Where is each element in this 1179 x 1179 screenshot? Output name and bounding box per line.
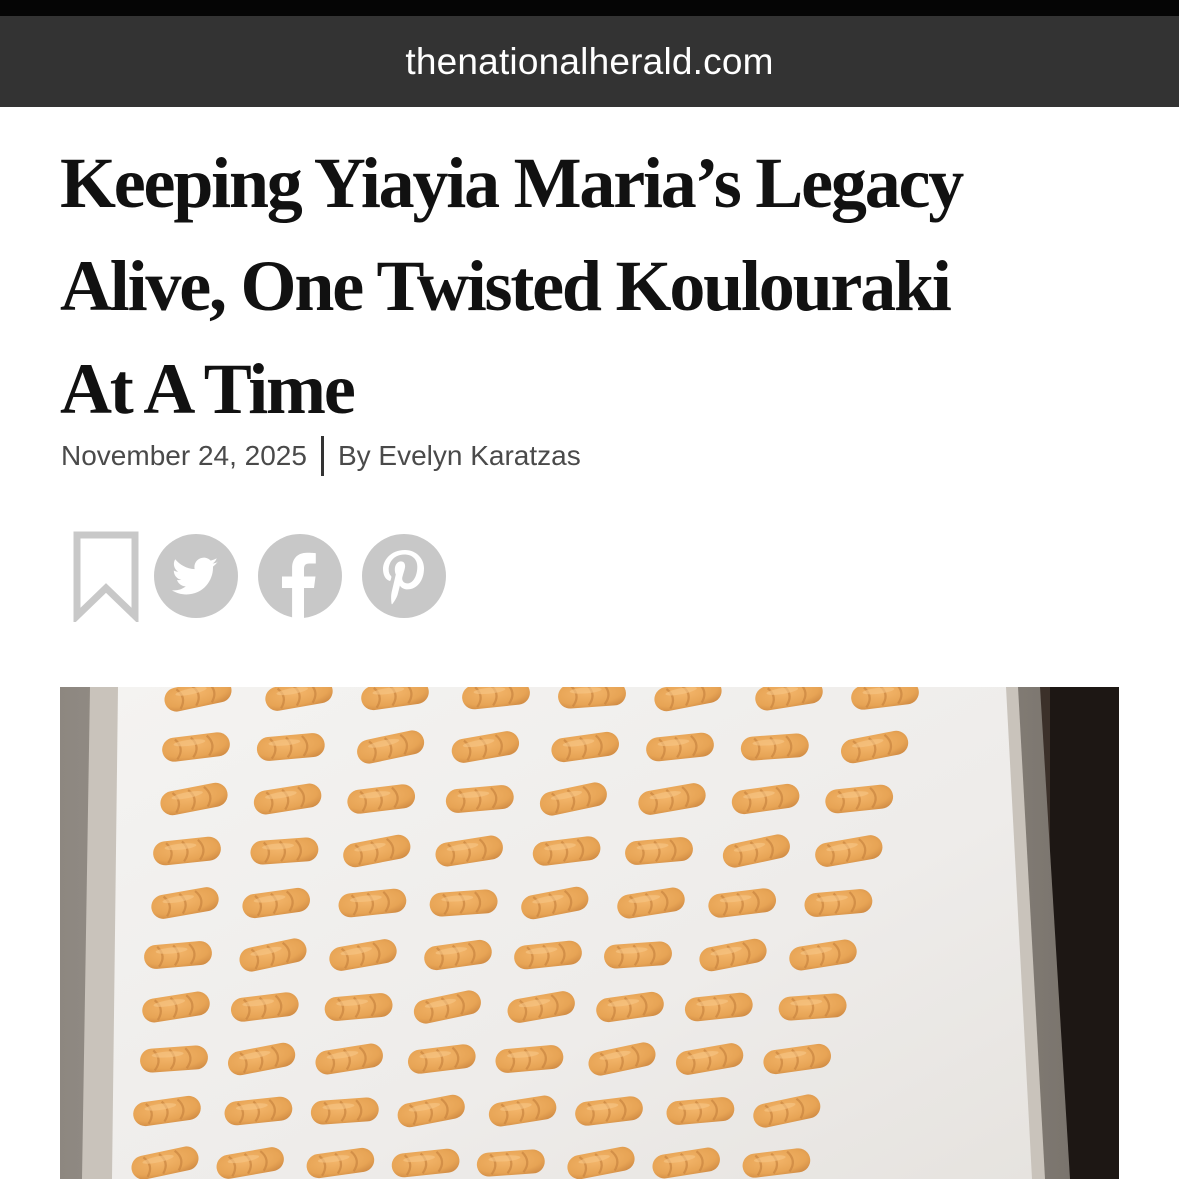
cookie (778, 993, 847, 1021)
cookie (740, 733, 809, 761)
facebook-icon[interactable] (256, 532, 344, 620)
status-strip (0, 0, 1179, 16)
pinterest-icon[interactable] (360, 532, 448, 620)
cookie (140, 1045, 208, 1073)
url-text: thenationalherald.com (405, 40, 774, 82)
cookie (250, 837, 319, 865)
cookie (429, 889, 498, 917)
meta-divider (320, 436, 324, 476)
author-link[interactable]: By Evelyn Karatzas (338, 440, 581, 472)
twitter-icon[interactable] (152, 532, 240, 620)
cookie (310, 1097, 379, 1125)
bookmark-icon[interactable] (72, 530, 142, 622)
article-title: Keeping Yiayia Maria’s Legacy Alive, One… (60, 132, 1140, 441)
title-line: Alive, One Twisted Koulouraki (60, 246, 952, 326)
title-line: Keeping Yiayia Maria’s Legacy (60, 143, 964, 223)
cookie-tray-photo (60, 687, 1119, 1179)
article-hero-image[interactable] (60, 687, 1119, 1179)
article-meta: November 24, 2025 By Evelyn Karatzas (61, 434, 581, 478)
cookie (476, 1149, 545, 1177)
title-line: At A Time (60, 349, 356, 429)
cookie (604, 941, 672, 969)
publish-date: November 24, 2025 (61, 440, 307, 471)
address-bar[interactable]: thenationalherald.com (0, 16, 1179, 107)
